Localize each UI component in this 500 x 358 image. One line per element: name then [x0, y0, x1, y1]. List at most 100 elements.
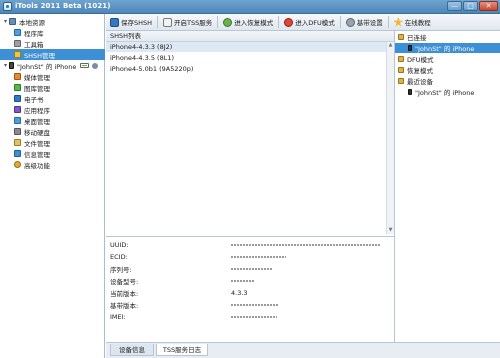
- maximize-button[interactable]: □: [463, 1, 478, 11]
- sidebar-group-label: 本地资源: [19, 18, 45, 27]
- info-row-baseband: 基带版本:: [110, 300, 279, 310]
- start-tss-button[interactable]: 开启TSS服务: [159, 15, 216, 29]
- minimize-button[interactable]: —: [447, 1, 462, 11]
- firmware-value: 4.3.3: [231, 289, 248, 297]
- folder-icon: [398, 56, 404, 62]
- scroll-up-icon[interactable]: ▲: [387, 42, 394, 49]
- info-row-firmware: 当前版本: 4.3.3: [110, 288, 248, 298]
- list-item[interactable]: iPhone4-5.0b1 (9A5220p): [106, 64, 386, 74]
- group-dfu-label: DFU模式: [407, 56, 434, 64]
- save-shsh-button[interactable]: 保存SHSH: [106, 15, 156, 29]
- model-value-redacted: [231, 280, 255, 282]
- folder-icon: [398, 34, 404, 40]
- info-row-uuid: UUID:: [110, 240, 381, 250]
- ecid-value-redacted: [231, 256, 286, 258]
- baseband-settings-button[interactable]: 基带设置: [342, 15, 387, 29]
- sidebar-item-photos[interactable]: 图库管理: [0, 82, 105, 93]
- device-info-panel: UUID: ECID: 序列号: 设备型号: 当前版本: 4.3.3 基带版本:…: [106, 236, 394, 342]
- imei-value-redacted: [231, 316, 277, 318]
- gear-icon: [345, 17, 355, 27]
- list-item[interactable]: iPhone4-4.3.3 (8J2): [106, 42, 386, 52]
- sidebar-group-local[interactable]: ▾ 本地资源: [0, 16, 105, 27]
- online-tutorial-label: 在线教程: [404, 19, 431, 27]
- toolbar-divider: [339, 16, 341, 28]
- iphone-icon: [408, 89, 412, 95]
- group-recent[interactable]: 最近设备: [395, 76, 500, 86]
- folder-icon: [398, 78, 404, 84]
- start-tss-label: 开启TSS服务: [174, 19, 213, 27]
- photo-icon: [14, 84, 21, 91]
- sidebar-item-label: 信息管理: [24, 150, 50, 159]
- device-status-panel: 已连接 "JohnSt" 的 iPhone DFU模式 恢复模式 最近设备 "J…: [394, 31, 500, 342]
- media-icon: [14, 73, 21, 80]
- sidebar-item-media[interactable]: 媒体管理: [0, 71, 105, 82]
- sidebar-item-desktop[interactable]: 桌面管理: [0, 115, 105, 126]
- sidebar-item-advanced[interactable]: 高级功能: [0, 159, 105, 170]
- sidebar-item-label: 移动硬盘: [24, 128, 50, 137]
- uuid-label: UUID:: [110, 241, 129, 249]
- tab-tss-log[interactable]: TSS服务日志: [156, 344, 208, 356]
- shsh-list: iPhone4-4.3.3 (8J2) iPhone4-4.3.5 (8L1) …: [106, 42, 394, 234]
- sidebar-item-apps[interactable]: 应用程序: [0, 104, 105, 115]
- save-shsh-label: 保存SHSH: [121, 19, 153, 27]
- list-item[interactable]: iPhone4-4.3.5 (8L1): [106, 53, 386, 63]
- serial-label: 序列号:: [110, 266, 132, 274]
- ecid-label: ECID:: [110, 253, 128, 261]
- eject-icon[interactable]: [92, 62, 99, 69]
- shsh-icon: [14, 51, 21, 58]
- sidebar-item-label: 高级功能: [24, 161, 50, 170]
- sidebar-item-label: 电子书: [24, 95, 44, 104]
- group-recovery-label: 恢复模式: [407, 67, 433, 75]
- baseband-label: 基带版本:: [110, 302, 139, 310]
- sidebar-item-files[interactable]: 文件管理: [0, 137, 105, 148]
- server-icon: [163, 17, 173, 27]
- sidebar-item-toolbox[interactable]: 工具箱: [0, 38, 105, 49]
- online-tutorial-button[interactable]: 在线教程: [390, 15, 435, 29]
- battery-icon: [80, 63, 90, 68]
- advanced-icon: [14, 161, 21, 168]
- collapse-icon[interactable]: ▾: [2, 62, 9, 69]
- sidebar-item-messages[interactable]: 信息管理: [0, 148, 105, 159]
- info-row-ecid: ECID:: [110, 252, 286, 262]
- disk-icon: [14, 128, 21, 135]
- firmware-label: 当前版本:: [110, 290, 139, 298]
- group-dfu[interactable]: DFU模式: [395, 54, 500, 64]
- sidebar-item-label: 图库管理: [24, 84, 50, 93]
- group-recent-label: 最近设备: [407, 78, 433, 86]
- sidebar-item-shsh[interactable]: SHSH管理: [0, 49, 105, 60]
- model-label: 设备型号:: [110, 278, 139, 286]
- scroll-down-icon[interactable]: ▼: [387, 227, 394, 234]
- title-bar: iTools 2011 Beta (1021) — □ ✕: [0, 0, 500, 14]
- serial-value-redacted: [231, 268, 273, 270]
- group-connected-label: 已连接: [407, 34, 427, 42]
- tab-device-info[interactable]: 设备信息: [110, 344, 154, 356]
- sidebar-item-ebooks[interactable]: 电子书: [0, 93, 105, 104]
- connected-device-label: "JohnSt" 的 iPhone: [415, 45, 475, 53]
- collapse-icon[interactable]: ▾: [2, 18, 9, 25]
- list-scrollbar[interactable]: ▲ ▼: [386, 42, 394, 234]
- close-button[interactable]: ✕: [479, 1, 498, 11]
- sidebar-group-device[interactable]: ▾ "JohnSt" 的 iPhone: [0, 60, 105, 71]
- baseband-settings-label: 基带设置: [356, 19, 383, 27]
- sidebar-item-label: 文件管理: [24, 139, 50, 148]
- bottom-tab-bar: 设备信息 TSS服务日志: [106, 342, 500, 358]
- info-row-model: 设备型号:: [110, 276, 255, 286]
- imei-label: IMEI:: [110, 313, 126, 321]
- app-library-icon: [14, 29, 21, 36]
- computer-icon: [9, 18, 16, 25]
- recent-device-item[interactable]: "JohnSt" 的 iPhone: [395, 87, 500, 97]
- sidebar-item-disk[interactable]: 移动硬盘: [0, 126, 105, 137]
- message-icon: [14, 150, 21, 157]
- info-row-imei: IMEI:: [110, 312, 277, 322]
- shsh-list-header: SHSH列表: [106, 31, 394, 42]
- recovery-icon: [223, 17, 233, 27]
- connected-device-item[interactable]: "JohnSt" 的 iPhone: [395, 43, 500, 53]
- group-recovery[interactable]: 恢复模式: [395, 65, 500, 75]
- enter-dfu-button[interactable]: 进入DFU模式: [280, 15, 339, 29]
- enter-recovery-button[interactable]: 进入恢复模式: [219, 15, 277, 29]
- sidebar-item-app-library[interactable]: 程序库: [0, 27, 105, 38]
- toolbox-icon: [14, 40, 21, 47]
- group-connected[interactable]: 已连接: [395, 32, 500, 42]
- folder-icon: [14, 139, 21, 146]
- desktop-icon: [14, 117, 21, 124]
